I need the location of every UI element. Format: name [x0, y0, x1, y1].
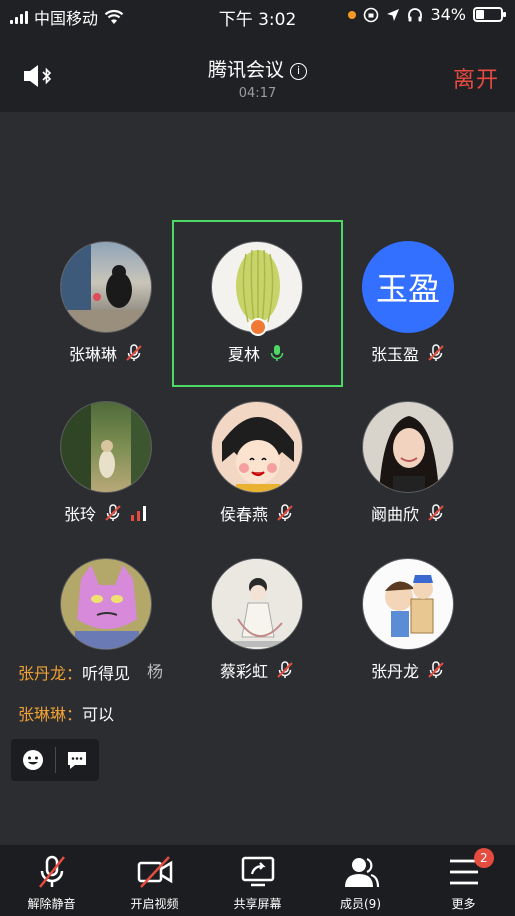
battery-percent: 34%: [430, 5, 466, 24]
mic-muted-icon: [428, 661, 444, 678]
more-label: 更多: [451, 897, 476, 911]
rotation-lock-icon: [364, 7, 379, 22]
meeting-timer: 04:17: [238, 86, 277, 101]
chat-text: 听得见: [82, 664, 131, 683]
leave-button[interactable]: 离开: [453, 62, 499, 94]
emoji-button[interactable]: [11, 748, 55, 772]
avatar-initials: 玉盈: [375, 270, 440, 308]
participant-tile[interactable]: 张玲: [31, 381, 181, 541]
mic-muted-icon: [277, 504, 293, 521]
members-button[interactable]: 成员(9): [309, 845, 412, 916]
avatar: [60, 241, 152, 333]
avatar: [362, 401, 454, 493]
battery-icon: [473, 7, 506, 22]
participant-name: 张丹龙: [370, 662, 419, 681]
meeting-title: 腾讯会议 i: [0, 55, 515, 82]
participant-tile[interactable]: 夏林: [182, 221, 332, 381]
unmute-button[interactable]: 解除静音: [0, 845, 103, 916]
chat-sender: 张琳琳：: [18, 705, 83, 724]
recording-dot-icon: [348, 10, 357, 19]
participant-name: 张玉盈: [370, 345, 419, 364]
members-icon: [344, 857, 379, 888]
avatar: [211, 401, 303, 493]
participant-name: 蔡彩虹: [219, 662, 268, 681]
network-signal-weak-icon: [131, 506, 146, 521]
host-badge-icon: [249, 318, 267, 336]
avatar: [211, 558, 303, 650]
chat-sender: 张丹龙：: [18, 664, 83, 683]
mic-muted-icon: [428, 344, 444, 361]
participant-name: 阚曲欣: [370, 505, 419, 524]
avatar: [60, 401, 152, 493]
mic-muted-icon: [105, 504, 121, 521]
participant-tile[interactable]: 玉盈 张玉盈: [333, 221, 483, 381]
chat-message: 张丹龙：听得见: [18, 660, 130, 684]
participant-name: 张玲: [63, 505, 96, 524]
share-screen-button[interactable]: 共享屏幕: [206, 845, 309, 916]
participant-name: 侯春燕: [219, 505, 268, 524]
mic-muted-icon: [428, 504, 444, 521]
start-video-label: 开启视频: [130, 897, 179, 911]
participant-tile[interactable]: 张丹龙: [333, 538, 483, 698]
unmute-label: 解除静音: [27, 897, 76, 911]
more-button[interactable]: 2 更多: [412, 845, 515, 916]
avatar: [362, 558, 454, 650]
video-off-icon: [137, 856, 172, 888]
chat-message: 张琳琳：可以: [18, 701, 114, 725]
location-arrow-icon: [387, 8, 400, 21]
participant-name: 夏林: [227, 345, 260, 364]
participant-tile[interactable]: 阚曲欣: [333, 381, 483, 541]
avatar: [60, 558, 152, 650]
chat-action-bar: [11, 739, 99, 781]
chat-bubble-icon: [68, 752, 87, 769]
mic-off-icon: [38, 855, 65, 888]
status-bar: 中国移动 下午 3:02 34%: [0, 0, 515, 30]
participant-name: 杨: [146, 662, 163, 681]
members-label: 成员(9): [340, 897, 381, 911]
mic-muted-icon: [126, 344, 142, 361]
participant-tile[interactable]: 张琳琳: [31, 221, 181, 381]
headphones-icon: [408, 7, 423, 21]
chat-text: 可以: [82, 705, 115, 724]
participant-name: 张琳琳: [68, 345, 117, 364]
start-video-button[interactable]: 开启视频: [103, 845, 206, 916]
avatar: 玉盈: [362, 241, 454, 333]
chat-button[interactable]: [56, 748, 100, 772]
emoji-icon: [22, 750, 43, 770]
info-icon[interactable]: i: [290, 63, 307, 80]
bottom-toolbar: 解除静音 开启视频 共享屏幕 成员(9) 2 更多: [0, 845, 515, 916]
share-screen-icon: [241, 856, 274, 887]
participant-tile[interactable]: 侯春燕: [182, 381, 332, 541]
participant-tile[interactable]: 蔡彩虹: [182, 538, 332, 698]
meeting-header: 腾讯会议 i 04:17 离开: [0, 30, 515, 112]
mic-muted-icon: [277, 661, 293, 678]
share-screen-label: 共享屏幕: [233, 897, 282, 911]
mic-active-icon: [270, 345, 284, 361]
notification-badge: 2: [473, 848, 494, 868]
